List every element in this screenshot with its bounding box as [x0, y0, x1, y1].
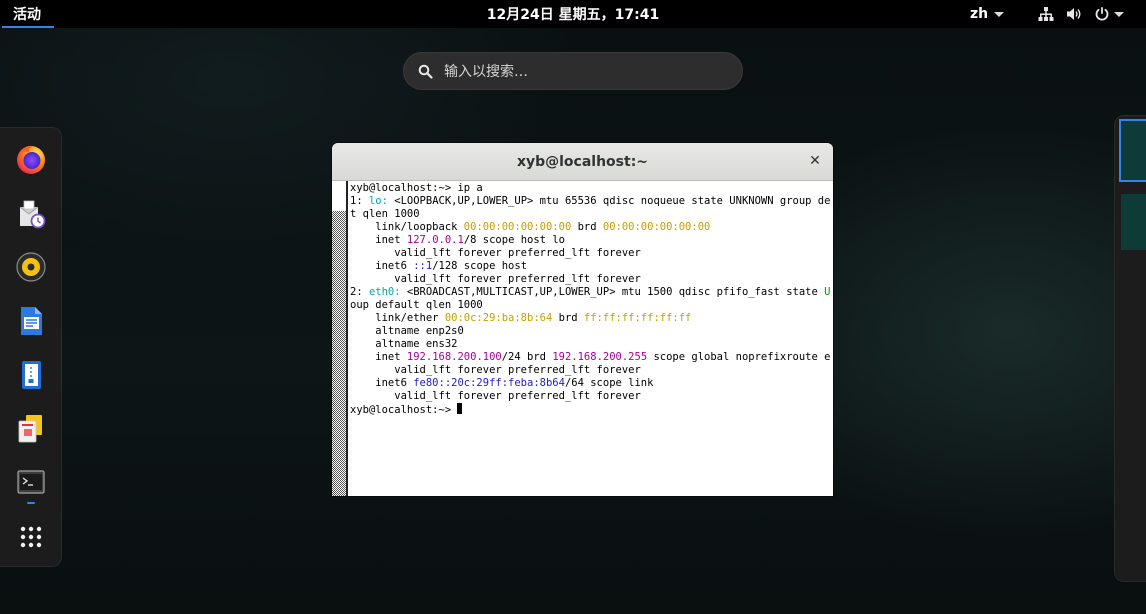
close-icon[interactable]: ✕	[807, 153, 823, 169]
terminal-highlight-text: 192.168.200.255	[552, 351, 648, 363]
terminal-line: altname enp2s0	[350, 325, 831, 338]
terminal-text: /24 brd	[501, 351, 553, 363]
volume-icon[interactable]	[1066, 0, 1082, 28]
search-input[interactable]	[442, 53, 736, 91]
terminal-line: 1: lo: <LOOPBACK,UP,LOWER_UP> mtu 65536 …	[350, 195, 831, 208]
terminal-text: 1:	[350, 195, 369, 207]
terminal-line: inet6 fe80::20c:29ff:feba:8b64/64 scope …	[350, 377, 831, 390]
terminal-text: /128 scope host	[432, 260, 528, 272]
terminal-output[interactable]: xyb@localhost:~> ip a 1: lo: <LOOPBACK,UP…	[350, 182, 831, 494]
terminal-text: oup default qlen 1000	[350, 299, 483, 311]
scrollbar-divider	[346, 181, 348, 496]
language-label: zh	[970, 6, 989, 22]
terminal-line: oup default qlen 1000	[350, 299, 831, 312]
terminal-text: t qlen 1000	[350, 208, 420, 220]
clock-label[interactable]: 12月24日 星期五，17:41	[487, 4, 659, 24]
workspace-switcher	[1114, 115, 1146, 582]
terminal-text: brd	[552, 312, 584, 324]
terminal-highlight-text: 00:00:00:00:00:00	[463, 221, 572, 233]
scrollbar-thumb[interactable]	[332, 181, 346, 211]
terminal-text: <BROADCAST,MULTICAST,UP,LOWER_UP> mtu 15…	[400, 286, 825, 298]
search-icon	[418, 64, 433, 83]
terminal-cursor	[457, 403, 463, 414]
terminal-line: valid_lft forever preferred_lft forever	[350, 390, 831, 403]
workspace-2-thumbnail[interactable]	[1121, 194, 1146, 250]
chevron-down-icon	[994, 11, 1005, 17]
terminal-line: valid_lft forever preferred_lft forever	[350, 247, 831, 260]
mail-clock-icon[interactable]	[13, 196, 49, 232]
dash	[0, 127, 62, 567]
libreoffice-writer-icon[interactable]	[13, 303, 49, 339]
terminal-text: inet	[350, 234, 407, 246]
terminal-line: valid_lft forever preferred_lft forever	[350, 273, 831, 286]
terminal-line: link/loopback 00:00:00:00:00:00 brd 00:0…	[350, 221, 831, 234]
terminal-highlight-text: 192.168.200.100	[406, 351, 502, 363]
terminal-line: inet 127.0.0.1/8 scope host lo	[350, 234, 831, 247]
terminal-text: valid_lft forever preferred_lft forever	[350, 247, 641, 259]
network-wired-icon[interactable]	[1038, 0, 1054, 28]
top-bar: 活动 12月24日 星期五，17:41 zh	[0, 0, 1146, 28]
terminal-text: altname enp2s0	[350, 325, 464, 337]
terminal-text: inet6	[350, 377, 414, 389]
terminal-text: scope global noprefixroute eth0	[647, 351, 831, 363]
system-menu-caret[interactable]	[1114, 0, 1124, 28]
terminal-window[interactable]: xyb@localhost:~ ✕ xyb@localhost:~> ip a1…	[332, 143, 833, 496]
terminal-line: xyb@localhost:~> ip a	[350, 182, 831, 195]
terminal-text: valid_lft forever preferred_lft forever	[350, 364, 641, 376]
terminal-text: brd	[571, 221, 603, 233]
app-grid-icon[interactable]	[13, 519, 49, 555]
terminal-icon[interactable]	[13, 465, 49, 501]
terminal-line: t qlen 1000	[350, 208, 831, 221]
terminal-text: 2:	[350, 286, 369, 298]
terminal-text: xyb@localhost:~>	[350, 404, 458, 416]
terminal-highlight-text: 00:00:00:00:00:00	[602, 221, 711, 233]
terminal-text: /8 scope host lo	[463, 234, 565, 246]
terminal-line: inet 192.168.200.100/24 brd 192.168.200.…	[350, 351, 831, 364]
terminal-line: 2: eth0: <BROADCAST,MULTICAST,UP,LOWER_U…	[350, 286, 831, 299]
terminal-line: altname ens32	[350, 338, 831, 351]
firefox-icon[interactable]	[13, 141, 49, 177]
terminal-highlight-text: fe80::20c:29ff:feba:8b64	[413, 377, 565, 389]
scrollbar[interactable]	[332, 181, 346, 496]
terminal-text: <LOOPBACK,UP,LOWER_UP> mtu 65536 qdisc n…	[387, 195, 831, 207]
terminal-text: inet	[350, 351, 407, 363]
window-title: xyb@localhost:~	[516, 153, 649, 170]
search-bar[interactable]	[403, 52, 743, 91]
workspace-1-thumbnail[interactable]	[1119, 119, 1146, 182]
terminal-line: link/ether 00:0c:29:ba:8b:64 brd ff:ff:f…	[350, 312, 831, 325]
terminal-text: link/ether	[350, 312, 445, 324]
rhythmbox-icon[interactable]	[13, 249, 49, 285]
terminal-text: valid_lft forever preferred_lft forever	[350, 390, 641, 402]
terminal-highlight-text: 00:0c:29:ba:8b:64	[444, 312, 553, 324]
terminal-highlight-text: eth0:	[368, 286, 401, 298]
power-icon[interactable]	[1094, 0, 1110, 28]
terminal-highlight-text: ::1	[413, 260, 433, 272]
activities-button[interactable]: 活动	[0, 0, 54, 28]
software-icon[interactable]	[13, 410, 49, 446]
terminal-text: inet6	[350, 260, 414, 272]
terminal-text: valid_lft forever preferred_lft forever	[350, 273, 641, 285]
terminal-text: /64 scope link	[564, 377, 654, 389]
window-titlebar[interactable]: xyb@localhost:~	[332, 143, 833, 181]
terminal-text: altname ens32	[350, 338, 458, 350]
language-selector[interactable]: zh	[970, 0, 1005, 28]
terminal-text: link/loopback	[350, 221, 464, 233]
terminal-line: valid_lft forever preferred_lft forever	[350, 364, 831, 377]
document-icon[interactable]	[13, 357, 49, 393]
terminal-highlight-text: ff:ff:ff:ff:ff:ff	[583, 312, 692, 324]
terminal-highlight-text: lo:	[368, 195, 388, 207]
terminal-text: xyb@localhost:~> ip a	[350, 182, 483, 194]
terminal-highlight-text: 127.0.0.1	[406, 234, 464, 246]
terminal-highlight-text: UP	[824, 286, 831, 298]
terminal-line: inet6 ::1/128 scope host	[350, 260, 831, 273]
chevron-down-icon	[1114, 11, 1124, 17]
running-indicator	[27, 502, 35, 504]
terminal-line: xyb@localhost:~>	[350, 403, 831, 416]
